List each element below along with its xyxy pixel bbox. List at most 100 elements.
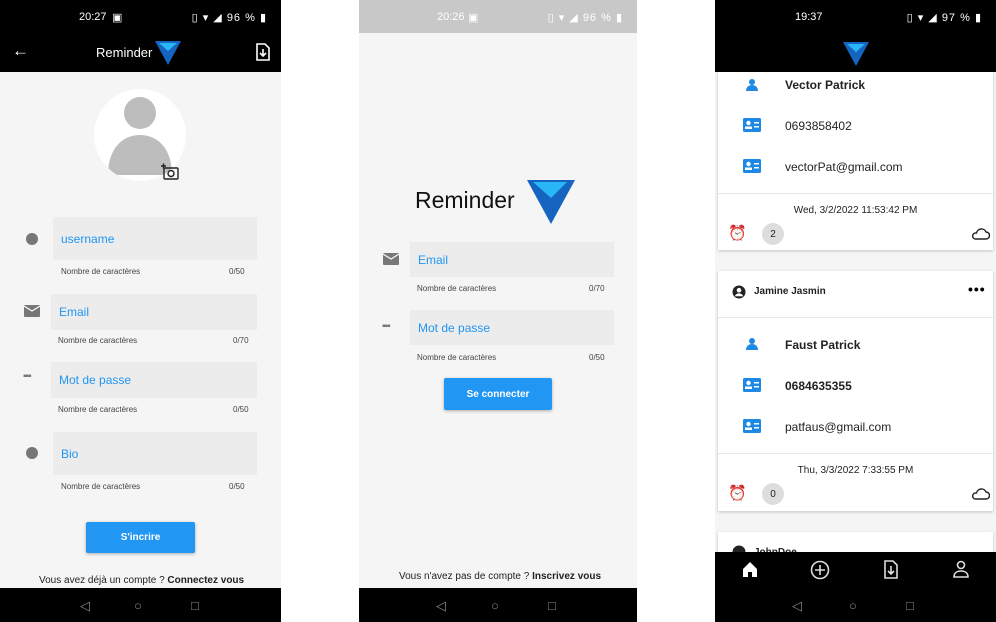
password-field[interactable]: Mot de passe [410,310,614,345]
bio-hint: Nombre de caractères [61,482,141,491]
status-bar: 20:26 ▣ ▯ ▾ ◢ 96 % ▮ [359,0,637,33]
divider [718,317,993,318]
status-time: 19:37 [795,11,823,23]
cloud-icon[interactable] [970,488,990,500]
reminder-logo-icon [155,41,181,65]
password-counter: 0/50 [589,353,605,362]
divider [718,193,993,194]
contact-card-icon [743,378,761,392]
reminder-logo-icon [843,42,869,66]
contact-card-icon [743,118,761,132]
nav-home-icon[interactable]: ○ [491,598,499,613]
email-placeholder: Email [59,305,90,319]
status-time: 20:26 [437,11,465,23]
nav-recents-icon[interactable]: □ [548,598,556,613]
battery-level: 96 % [582,12,612,24]
email-hint: Nombre de caractères [417,284,497,293]
email-counter: 0/70 [589,284,605,293]
status-bar: 20:27 ▣ ▯ ▾ ◢ 96 % ▮ [0,0,281,33]
password-hint: Nombre de caractères [58,405,138,414]
contact-mail-icon [743,159,761,173]
login-prompt: Vous avez déjà un compte ? Connectez vou… [39,575,244,586]
system-nav-bar: ◁ ○ □ [715,588,996,622]
gallery-icon: ▣ [468,12,479,24]
card-author: Jamine Jasmin [754,286,826,297]
download-file-icon[interactable] [255,43,271,61]
mail-icon [24,305,40,317]
contact-mail-icon [743,419,761,433]
nav-home-icon[interactable]: ○ [134,598,142,613]
add-photo-icon[interactable] [160,163,180,181]
status-icons: ▯ ▾ ◢ 96 % ▮ [547,12,623,24]
username-hint: Nombre de caractères [61,267,141,276]
app-title: Reminder [96,45,153,60]
contact-name: Vector Patrick [785,78,866,92]
nav-recents-icon[interactable]: □ [906,598,914,613]
reminder-timestamp: Thu, 3/3/2022 7:33:55 PM [797,465,914,476]
bio-counter: 0/50 [229,482,245,491]
bottom-nav [715,552,996,588]
reminder-card[interactable]: Jamine Jasmin ••• Faust Patrick 06846353… [718,271,993,511]
nav-back-icon[interactable]: ◁ [80,598,90,614]
more-options-icon[interactable]: ••• [968,281,986,297]
person-icon [746,79,758,91]
add-circle-icon[interactable] [810,560,830,580]
download-icon[interactable] [883,560,899,579]
login-button[interactable]: Se connecter [444,378,552,410]
person-icon [746,338,758,350]
nav-back-icon[interactable]: ◁ [792,598,802,614]
password-hint: Nombre de caractères [417,353,497,362]
username-counter: 0/50 [229,267,245,276]
app-bar: ← Reminder [0,33,281,72]
alarm-icon[interactable]: ⏰ [728,224,747,242]
email-placeholder: Email [418,252,449,267]
username-icon [26,233,38,245]
nav-back-icon[interactable]: ◁ [436,598,446,614]
password-icon: ▪▪▪ [23,371,32,382]
contact-phone: 0684635355 [785,379,852,393]
contact-phone: 0693858402 [785,119,852,133]
system-nav-bar: ◁ ○ □ [0,588,281,622]
bio-icon [26,447,38,459]
signup-prompt: Vous n'avez pas de compte ? Inscrivez vo… [399,571,601,582]
reminder-card[interactable]: Vector Patrick 0693858402 vectorPat@gmai… [718,72,993,250]
signup-screen: 20:27 ▣ ▯ ▾ ◢ 96 % ▮ ← Reminder username… [0,0,281,622]
alarm-icon[interactable]: ⏰ [728,484,747,502]
bio-placeholder: Bio [61,446,79,461]
reminder-timestamp: Wed, 3/2/2022 11:53:42 PM [793,205,918,216]
status-icons: ▯ ▾ ◢ 96 % ▮ [191,12,267,24]
signup-link[interactable]: Inscrivez vous [532,571,601,582]
contact-name: Faust Patrick [785,338,861,352]
nav-home-icon[interactable]: ○ [849,598,857,613]
password-field[interactable]: Mot de passe [51,362,257,398]
logo-text: Reminder [415,187,515,213]
home-icon[interactable] [741,560,759,578]
login-screen: 20:26 ▣ ▯ ▾ ◢ 96 % ▮ Reminder Email Nomb… [359,0,637,622]
person-icon[interactable] [952,560,970,578]
email-field[interactable]: Email [410,242,614,277]
app-bar [715,33,996,72]
password-icon: ▪▪▪ [382,321,391,332]
email-hint: Nombre de caractères [58,336,138,345]
username-placeholder: username [61,231,115,246]
battery-level: 97 % [941,12,971,24]
reminder-logo-icon [527,180,575,224]
contact-email: patfaus@gmail.com [785,420,892,434]
password-counter: 0/50 [233,405,249,414]
account-circle-icon [732,285,746,299]
bio-field[interactable]: Bio [53,432,257,475]
login-link[interactable]: Connectez vous [167,575,244,586]
status-time: 20:27 [79,11,107,23]
mail-icon [383,253,399,265]
password-placeholder: Mot de passe [418,320,491,335]
signup-button[interactable]: S'incrire [86,522,195,553]
back-arrow-icon[interactable]: ← [12,41,29,61]
email-field[interactable]: Email [51,294,257,330]
nav-recents-icon[interactable]: □ [191,598,199,613]
contact-email: vectorPat@gmail.com [785,160,903,174]
cloud-icon[interactable] [970,228,990,240]
username-field[interactable]: username [53,217,257,260]
email-counter: 0/70 [233,336,249,345]
login-prompt-text: Vous avez déjà un compte ? [39,575,165,586]
status-icons: ▯ ▾ ◢ 97 % ▮ [906,12,982,24]
